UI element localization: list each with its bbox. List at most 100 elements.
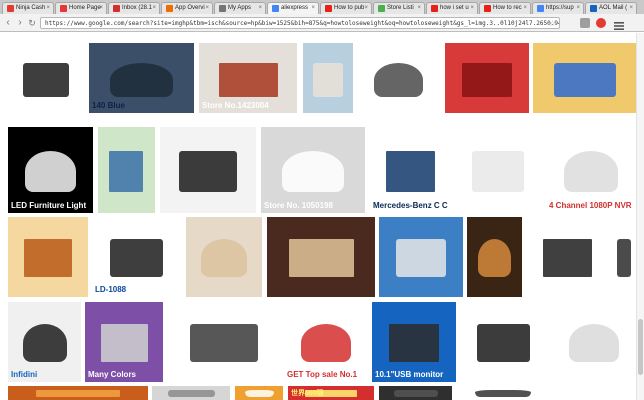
tab-home-page[interactable]: Home Page × — [55, 2, 107, 14]
image-result-thumbnail[interactable]: Store No. 1050198 — [261, 127, 365, 213]
close-icon[interactable]: × — [417, 4, 421, 12]
pinterest-icon[interactable] — [596, 18, 606, 28]
image-result-thumbnail[interactable] — [459, 302, 547, 382]
product-shape — [25, 151, 76, 192]
product-shape — [101, 324, 148, 362]
favicon-icon — [60, 5, 67, 12]
tab-store-listing[interactable]: Store Listi × — [373, 2, 425, 14]
product-shape — [110, 239, 163, 277]
image-caption: GET Top sale No.1 — [287, 370, 358, 379]
address-url[interactable]: https://www.google.com/search?site=imghp… — [45, 19, 559, 28]
forward-icon[interactable]: › — [14, 17, 26, 29]
image-result-thumbnail[interactable] — [235, 386, 283, 400]
close-icon[interactable]: × — [46, 4, 50, 12]
close-icon[interactable]: × — [258, 4, 262, 12]
product-shape — [394, 390, 438, 397]
back-icon[interactable]: ‹ — [2, 17, 14, 29]
page-scrollbar[interactable] — [636, 33, 644, 400]
tab-my-apps[interactable]: My Apps × — [214, 2, 266, 14]
image-caption: 4 Channel 1080P NVR — [549, 201, 632, 210]
close-icon[interactable]: × — [576, 4, 580, 12]
tab-label: Inbox (28.1 — [122, 5, 153, 11]
image-result-thumbnail[interactable]: Mercedes-Benz C Class W205 (2014-) — [370, 127, 451, 213]
close-icon[interactable]: × — [629, 4, 633, 12]
image-result-thumbnail[interactable] — [8, 217, 88, 297]
image-result-thumbnail[interactable] — [8, 43, 84, 113]
product-shape — [554, 63, 616, 97]
image-result-thumbnail[interactable] — [533, 43, 636, 113]
close-icon[interactable]: × — [523, 4, 527, 12]
aol-icon — [590, 5, 597, 12]
tab-label: How to rec — [493, 5, 522, 11]
image-result-thumbnail[interactable]: Many Colors — [85, 302, 163, 382]
tab-label: App Overvi — [175, 5, 205, 11]
tab-label: Ninja Cash — [16, 5, 46, 11]
scrollbar-thumb[interactable] — [638, 319, 643, 375]
image-result-thumbnail[interactable]: 世界500强 — [288, 386, 374, 400]
tab-label: Store Listi — [387, 5, 414, 11]
bookmark-star-icon[interactable]: ☆ — [549, 18, 556, 28]
image-result-thumbnail[interactable] — [445, 43, 529, 113]
product-shape — [245, 390, 274, 397]
image-caption: Many Colors — [88, 370, 137, 379]
image-result-thumbnail[interactable]: Store No.1423004 — [199, 43, 297, 113]
close-icon[interactable]: × — [205, 4, 209, 12]
image-result-thumbnail[interactable]: 4 Channel 1080P NVR — [546, 127, 636, 213]
image-result-thumbnail[interactable] — [186, 217, 262, 297]
image-caption: Infidini — [11, 370, 38, 379]
tab-label: how i set u — [440, 5, 469, 11]
image-result-thumbnail[interactable]: LD-1088 — [92, 217, 181, 297]
image-result-thumbnail[interactable]: GET Top sale No.1 — [284, 302, 368, 382]
image-result-thumbnail[interactable] — [612, 217, 636, 297]
close-icon[interactable]: × — [152, 4, 156, 12]
tab-app-overview[interactable]: App Overvi × — [161, 2, 213, 14]
image-result-thumbnail[interactable] — [456, 386, 550, 400]
product-shape — [389, 324, 439, 362]
address-bar[interactable]: https://www.google.com/search?site=imghp… — [40, 17, 560, 29]
image-result-thumbnail[interactable] — [379, 386, 452, 400]
close-icon[interactable]: × — [470, 4, 474, 12]
tab-how-to-rec[interactable]: How to rec × — [479, 2, 531, 14]
image-result-thumbnail[interactable]: Infidini — [8, 302, 81, 382]
product-shape — [23, 324, 67, 362]
tab-how-i-set-up[interactable]: how i set u × — [426, 2, 478, 14]
image-result-thumbnail[interactable] — [527, 217, 609, 297]
close-icon[interactable]: × — [99, 4, 103, 12]
tab-how-to-publish[interactable]: How to pub × — [320, 2, 372, 14]
menu-icon[interactable] — [612, 18, 626, 30]
image-result-thumbnail[interactable] — [160, 127, 256, 213]
image-result-thumbnail[interactable] — [552, 302, 636, 382]
image-result-thumbnail[interactable] — [167, 302, 280, 382]
product-shape — [110, 63, 173, 97]
tab-https-sup[interactable]: https://sup × — [532, 2, 584, 14]
youtube-icon — [325, 5, 332, 12]
extension-icon[interactable] — [580, 18, 590, 28]
image-result-thumbnail[interactable]: 140 Blue — [89, 43, 194, 113]
product-shape — [617, 239, 631, 277]
tab-inbox[interactable]: Inbox (28.1 × — [108, 2, 160, 14]
image-result-thumbnail[interactable]: LED Furniture Light — [8, 127, 93, 213]
image-result-thumbnail[interactable] — [98, 127, 155, 213]
tab-aol-mail[interactable]: AOL Mail ( × — [585, 2, 637, 14]
close-icon[interactable]: × — [311, 4, 315, 12]
image-result-thumbnail[interactable] — [267, 217, 375, 297]
image-result-thumbnail[interactable] — [358, 43, 440, 113]
image-caption: Mercedes-Benz C Class W205 (2014-) — [373, 201, 448, 210]
image-result-thumbnail[interactable] — [152, 386, 230, 400]
image-result-thumbnail[interactable]: 10.1"USB monitor — [372, 302, 456, 382]
favicon-icon — [7, 5, 14, 12]
favicon-icon — [537, 5, 544, 12]
close-icon[interactable]: × — [364, 4, 368, 12]
image-result-thumbnail[interactable] — [467, 217, 522, 297]
image-result-thumbnail[interactable] — [8, 386, 148, 400]
image-result-thumbnail[interactable] — [379, 217, 463, 297]
image-result-thumbnail[interactable] — [303, 43, 353, 113]
tab-label: aliexpress — [281, 5, 309, 11]
product-shape — [564, 151, 618, 192]
product-shape — [543, 239, 592, 277]
tab-ninja-cash[interactable]: Ninja Cash × — [2, 2, 54, 14]
reload-icon[interactable]: ↻ — [26, 17, 38, 29]
image-result-thumbnail[interactable] — [455, 127, 541, 213]
product-shape — [219, 63, 278, 97]
tab-aliexpress[interactable]: aliexpress × — [267, 2, 319, 14]
